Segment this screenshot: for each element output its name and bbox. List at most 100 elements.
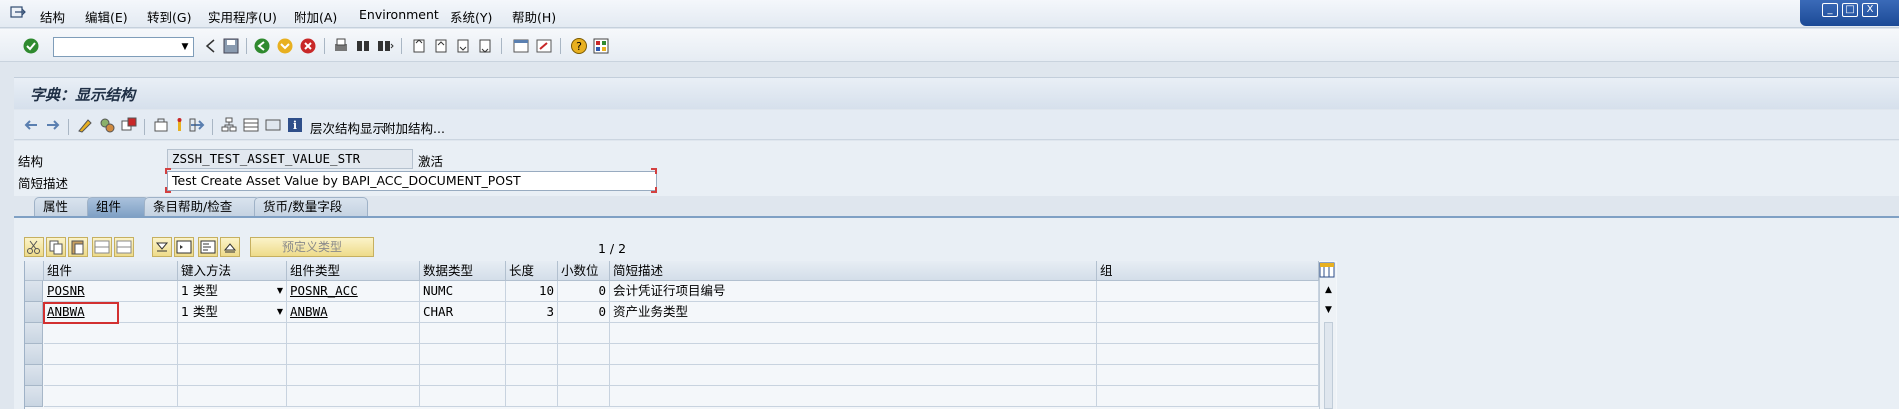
empty-cell[interactable] xyxy=(558,323,610,344)
menu-extras[interactable]: 附加(A) xyxy=(294,7,337,26)
empty-cell[interactable] xyxy=(610,386,1097,407)
empty-cell[interactable] xyxy=(420,365,506,386)
empty-cell[interactable] xyxy=(610,323,1097,344)
predefined-type-button[interactable]: 预定义类型 xyxy=(250,237,374,257)
help-icon[interactable]: ? xyxy=(570,37,588,55)
last-page-icon[interactable] xyxy=(476,37,494,55)
empty-cell[interactable] xyxy=(506,386,558,407)
empty-cell[interactable] xyxy=(1097,365,1319,386)
copy-button[interactable] xyxy=(46,237,66,257)
cut-button[interactable] xyxy=(24,237,44,257)
history-back-icon[interactable] xyxy=(202,37,220,55)
where-used-icon[interactable] xyxy=(170,116,188,134)
tab-components[interactable]: 组件 xyxy=(87,197,149,217)
menu-system[interactable]: 系统(Y) xyxy=(450,7,492,26)
cell-typing-method[interactable]: 1 类型 ▼ xyxy=(178,302,287,323)
cell-data-type[interactable]: CHAR xyxy=(420,302,506,323)
back-green-icon[interactable] xyxy=(253,37,271,55)
enter-check-icon[interactable] xyxy=(22,37,40,55)
empty-cell[interactable] xyxy=(506,323,558,344)
chevron-down-icon[interactable]: ▼ xyxy=(277,281,283,301)
empty-cell[interactable] xyxy=(44,323,178,344)
empty-cell[interactable] xyxy=(506,365,558,386)
first-page-icon[interactable] xyxy=(410,37,428,55)
empty-cell[interactable] xyxy=(287,365,420,386)
display-window-icon[interactable] xyxy=(264,116,282,134)
empty-cell[interactable] xyxy=(558,365,610,386)
cell-component[interactable]: POSNR xyxy=(44,281,178,302)
scroll-down-icon[interactable]: ▼ xyxy=(1322,304,1335,317)
col-header-short-description[interactable]: 简短描述 xyxy=(610,261,1097,281)
menu-edit[interactable]: 编辑(E) xyxy=(85,7,128,26)
insert-row-button[interactable] xyxy=(92,237,112,257)
empty-cell[interactable] xyxy=(420,323,506,344)
find-icon[interactable] xyxy=(354,37,372,55)
cell-length[interactable]: 10 xyxy=(506,281,558,302)
row-selector[interactable] xyxy=(25,344,43,365)
empty-cell[interactable] xyxy=(1097,323,1319,344)
shortcut-icon[interactable] xyxy=(535,37,553,55)
hierarchy-icon[interactable] xyxy=(220,116,238,134)
empty-cell[interactable] xyxy=(44,344,178,365)
empty-cell[interactable] xyxy=(178,386,287,407)
exit-yellow-icon[interactable] xyxy=(276,37,294,55)
column-config-icon[interactable] xyxy=(1319,262,1335,278)
sort-button[interactable] xyxy=(152,237,172,257)
cell-decimals[interactable]: 0 xyxy=(558,281,610,302)
tab-entry-help[interactable]: 条目帮助/检查 xyxy=(144,197,260,217)
arrow-right-icon[interactable] xyxy=(44,116,62,134)
col-header-data-type[interactable]: 数据类型 xyxy=(420,261,506,281)
empty-cell[interactable] xyxy=(178,344,287,365)
empty-cell[interactable] xyxy=(610,365,1097,386)
row-selector[interactable] xyxy=(25,323,43,344)
empty-cell[interactable] xyxy=(1097,386,1319,407)
col-header-group[interactable]: 组 xyxy=(1097,261,1319,281)
arrow-left-icon[interactable] xyxy=(22,116,40,134)
empty-cell[interactable] xyxy=(558,386,610,407)
tab-currency-quantity[interactable]: 货币/数量字段 xyxy=(254,197,368,217)
layout-settings-icon[interactable] xyxy=(592,37,610,55)
col-header-component[interactable]: 组件 xyxy=(44,261,178,281)
cell-group[interactable] xyxy=(1097,302,1319,323)
empty-cell[interactable] xyxy=(506,344,558,365)
empty-cell[interactable] xyxy=(178,323,287,344)
cell-data-type[interactable]: NUMC xyxy=(420,281,506,302)
close-button[interactable]: X xyxy=(1862,3,1878,17)
delete-row-button[interactable] xyxy=(114,237,134,257)
row-selector[interactable] xyxy=(25,386,43,407)
check-icon[interactable] xyxy=(120,116,138,134)
tab-attributes[interactable]: 属性 xyxy=(34,197,92,217)
cell-short-description[interactable]: 资产业务类型 xyxy=(610,302,1097,323)
cell-decimals[interactable]: 0 xyxy=(558,302,610,323)
find-next-icon[interactable] xyxy=(376,37,394,55)
col-header-component-type[interactable]: 组件类型 xyxy=(287,261,420,281)
cell-typing-method[interactable]: 1 类型 ▼ xyxy=(178,281,287,302)
cell-short-description[interactable]: 会计凭证行项目编号 xyxy=(610,281,1097,302)
empty-cell[interactable] xyxy=(44,386,178,407)
menu-utilities[interactable]: 实用程序(U) xyxy=(208,7,277,26)
col-header-length[interactable]: 长度 xyxy=(506,261,558,281)
cell-group[interactable] xyxy=(1097,281,1319,302)
empty-cell[interactable] xyxy=(558,344,610,365)
cancel-red-icon[interactable] xyxy=(299,37,317,55)
object-list-icon[interactable] xyxy=(188,116,206,134)
activate-icon[interactable] xyxy=(152,116,170,134)
row-selector[interactable] xyxy=(25,365,43,386)
empty-cell[interactable] xyxy=(178,365,287,386)
empty-cell[interactable] xyxy=(420,386,506,407)
table-structure-icon[interactable] xyxy=(242,116,260,134)
minimize-button[interactable]: _ xyxy=(1822,3,1838,17)
scroll-track[interactable] xyxy=(1324,322,1333,409)
cell-length[interactable]: 3 xyxy=(506,302,558,323)
new-rows-button[interactable] xyxy=(198,237,218,257)
collapse-button[interactable] xyxy=(220,237,240,257)
empty-cell[interactable] xyxy=(287,323,420,344)
menu-help[interactable]: 帮助(H) xyxy=(512,7,556,26)
restore-button[interactable]: □ xyxy=(1842,3,1858,17)
scroll-up-icon[interactable]: ▲ xyxy=(1322,284,1335,297)
info-icon[interactable]: i xyxy=(286,116,304,134)
paste-button[interactable] xyxy=(68,237,88,257)
empty-cell[interactable] xyxy=(44,365,178,386)
menu-structure[interactable]: 结构 xyxy=(40,7,65,26)
cell-component-type[interactable]: POSNR_ACC xyxy=(287,281,420,302)
